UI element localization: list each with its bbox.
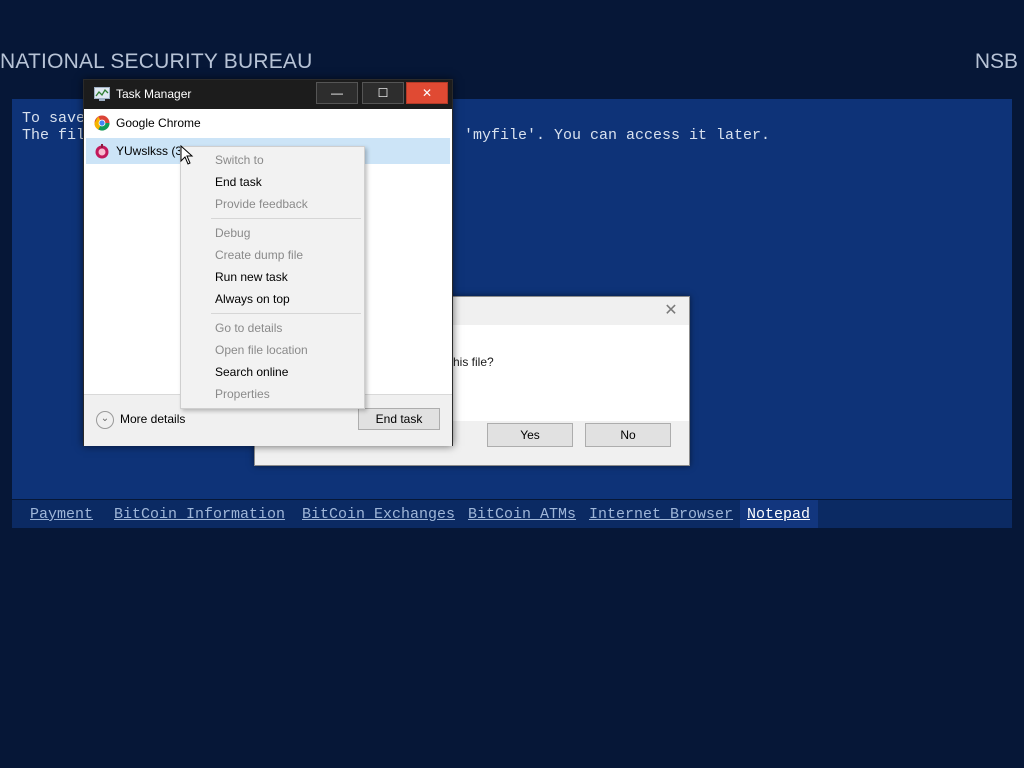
context-menu: Switch to End task Provide feedback Debu… bbox=[180, 146, 365, 409]
nav-link-bitcoin-exchanges[interactable]: BitCoin Exchanges bbox=[302, 506, 455, 523]
no-button[interactable]: No bbox=[585, 423, 671, 447]
dialog-close-button[interactable]: ✕ bbox=[657, 300, 685, 322]
menu-item-debug[interactable]: Debug bbox=[215, 226, 250, 240]
ransomware-icon bbox=[95, 144, 109, 159]
menu-item-search-online[interactable]: Search online bbox=[215, 365, 288, 379]
message-line-2: The fil bbox=[22, 127, 86, 144]
task-manager-title: Task Manager bbox=[116, 87, 192, 101]
mouse-cursor-icon bbox=[180, 145, 194, 165]
menu-item-properties[interactable]: Properties bbox=[215, 387, 270, 401]
more-details-toggle[interactable]: ⌄ More details bbox=[96, 411, 185, 429]
close-button[interactable]: ✕ bbox=[406, 82, 448, 104]
maximize-button[interactable]: ☐ bbox=[362, 82, 404, 104]
dialog-question: his file? bbox=[453, 355, 494, 369]
message-line-1: To save bbox=[22, 110, 86, 127]
minimize-button[interactable]: — bbox=[316, 82, 358, 104]
nav-link-notepad[interactable]: Notepad bbox=[747, 506, 810, 523]
menu-item-open-file-location[interactable]: Open file location bbox=[215, 343, 308, 357]
brand-title: NATIONAL SECURITY BUREAU bbox=[0, 50, 313, 73]
yes-button[interactable]: Yes bbox=[487, 423, 573, 447]
screen: NATIONAL SECURITY BUREAU NSB To save The… bbox=[0, 0, 1024, 768]
task-manager-icon bbox=[94, 87, 110, 101]
process-row-chrome[interactable]: Google Chrome bbox=[86, 110, 450, 136]
nav-link-bitcoin-atms[interactable]: BitCoin ATMs bbox=[468, 506, 576, 523]
nav-link-payment[interactable]: Payment bbox=[30, 506, 93, 523]
menu-item-switch-to[interactable]: Switch to bbox=[215, 153, 264, 167]
brand-abbrev: NSB bbox=[974, 50, 1018, 73]
chrome-icon bbox=[94, 115, 110, 131]
nav-link-bitcoin-information[interactable]: BitCoin Information bbox=[114, 506, 285, 523]
menu-item-run-new-task[interactable]: Run new task bbox=[215, 270, 288, 284]
more-details-label: More details bbox=[120, 412, 186, 427]
menu-item-go-to-details[interactable]: Go to details bbox=[215, 321, 282, 335]
nav-link-internet-browser[interactable]: Internet Browser bbox=[589, 506, 733, 523]
menu-separator bbox=[211, 313, 361, 314]
menu-separator bbox=[211, 218, 361, 219]
chevron-down-icon: ⌄ bbox=[96, 411, 114, 429]
menu-item-end-task[interactable]: End task bbox=[215, 175, 262, 189]
menu-item-always-on-top[interactable]: Always on top bbox=[215, 292, 290, 306]
menu-item-provide-feedback[interactable]: Provide feedback bbox=[215, 197, 308, 211]
process-name: Google Chrome bbox=[116, 116, 201, 130]
process-name: YUwslkss (32 bbox=[116, 144, 189, 158]
end-task-button[interactable]: End task bbox=[358, 408, 440, 430]
menu-item-create-dump-file[interactable]: Create dump file bbox=[215, 248, 303, 262]
message-line-2-tail: 'myfile'. You can access it later. bbox=[464, 127, 771, 144]
task-manager-titlebar[interactable]: Task Manager — ☐ ✕ bbox=[84, 80, 452, 109]
